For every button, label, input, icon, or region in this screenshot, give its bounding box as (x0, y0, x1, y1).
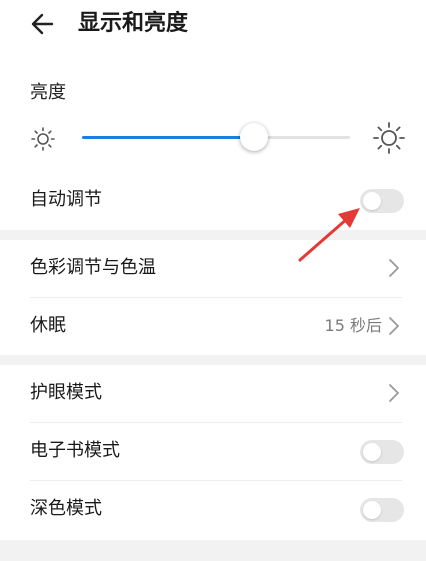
eye-comfort-label: 护眼模式 (30, 382, 102, 403)
sleep-value: 15 秒后 (324, 316, 382, 335)
brightness-slider[interactable] (82, 123, 350, 151)
dark-mode-toggle[interactable] (360, 498, 404, 522)
section-gap (0, 540, 426, 561)
sun-small-icon (31, 127, 55, 151)
eye-comfort-row[interactable]: 护眼模式 (0, 365, 426, 421)
ebook-mode-row: 电子书模式 (0, 423, 426, 479)
brightness-slider-thumb[interactable] (239, 123, 268, 151)
sun-large-icon (373, 122, 405, 154)
annotation-arrow-icon (298, 208, 360, 262)
ebook-mode-toggle[interactable] (360, 440, 404, 464)
toggle-knob (363, 443, 381, 461)
sleep-row[interactable]: 休眠 15 秒后 (0, 298, 426, 354)
top-bar: 显示和亮度 (0, 0, 426, 52)
chevron-right-icon (389, 317, 399, 335)
ebook-mode-label: 电子书模式 (30, 440, 120, 461)
arrow-left-icon[interactable] (28, 8, 60, 40)
brightness-label: 亮度 (30, 82, 66, 103)
brightness-slider-fill (82, 136, 254, 139)
sleep-label: 休眠 (30, 315, 66, 336)
chevron-right-icon (389, 259, 399, 277)
chevron-right-icon (389, 384, 399, 402)
dark-mode-row: 深色模式 (0, 481, 426, 537)
toggle-knob (363, 501, 381, 519)
dark-mode-label: 深色模式 (30, 498, 102, 519)
brightness-slider-row (0, 112, 426, 164)
page-title: 显示和亮度 (78, 11, 189, 36)
color-temperature-label: 色彩调节与色温 (30, 257, 156, 278)
section-gap (0, 355, 426, 365)
auto-adjust-label: 自动调节 (30, 189, 102, 210)
